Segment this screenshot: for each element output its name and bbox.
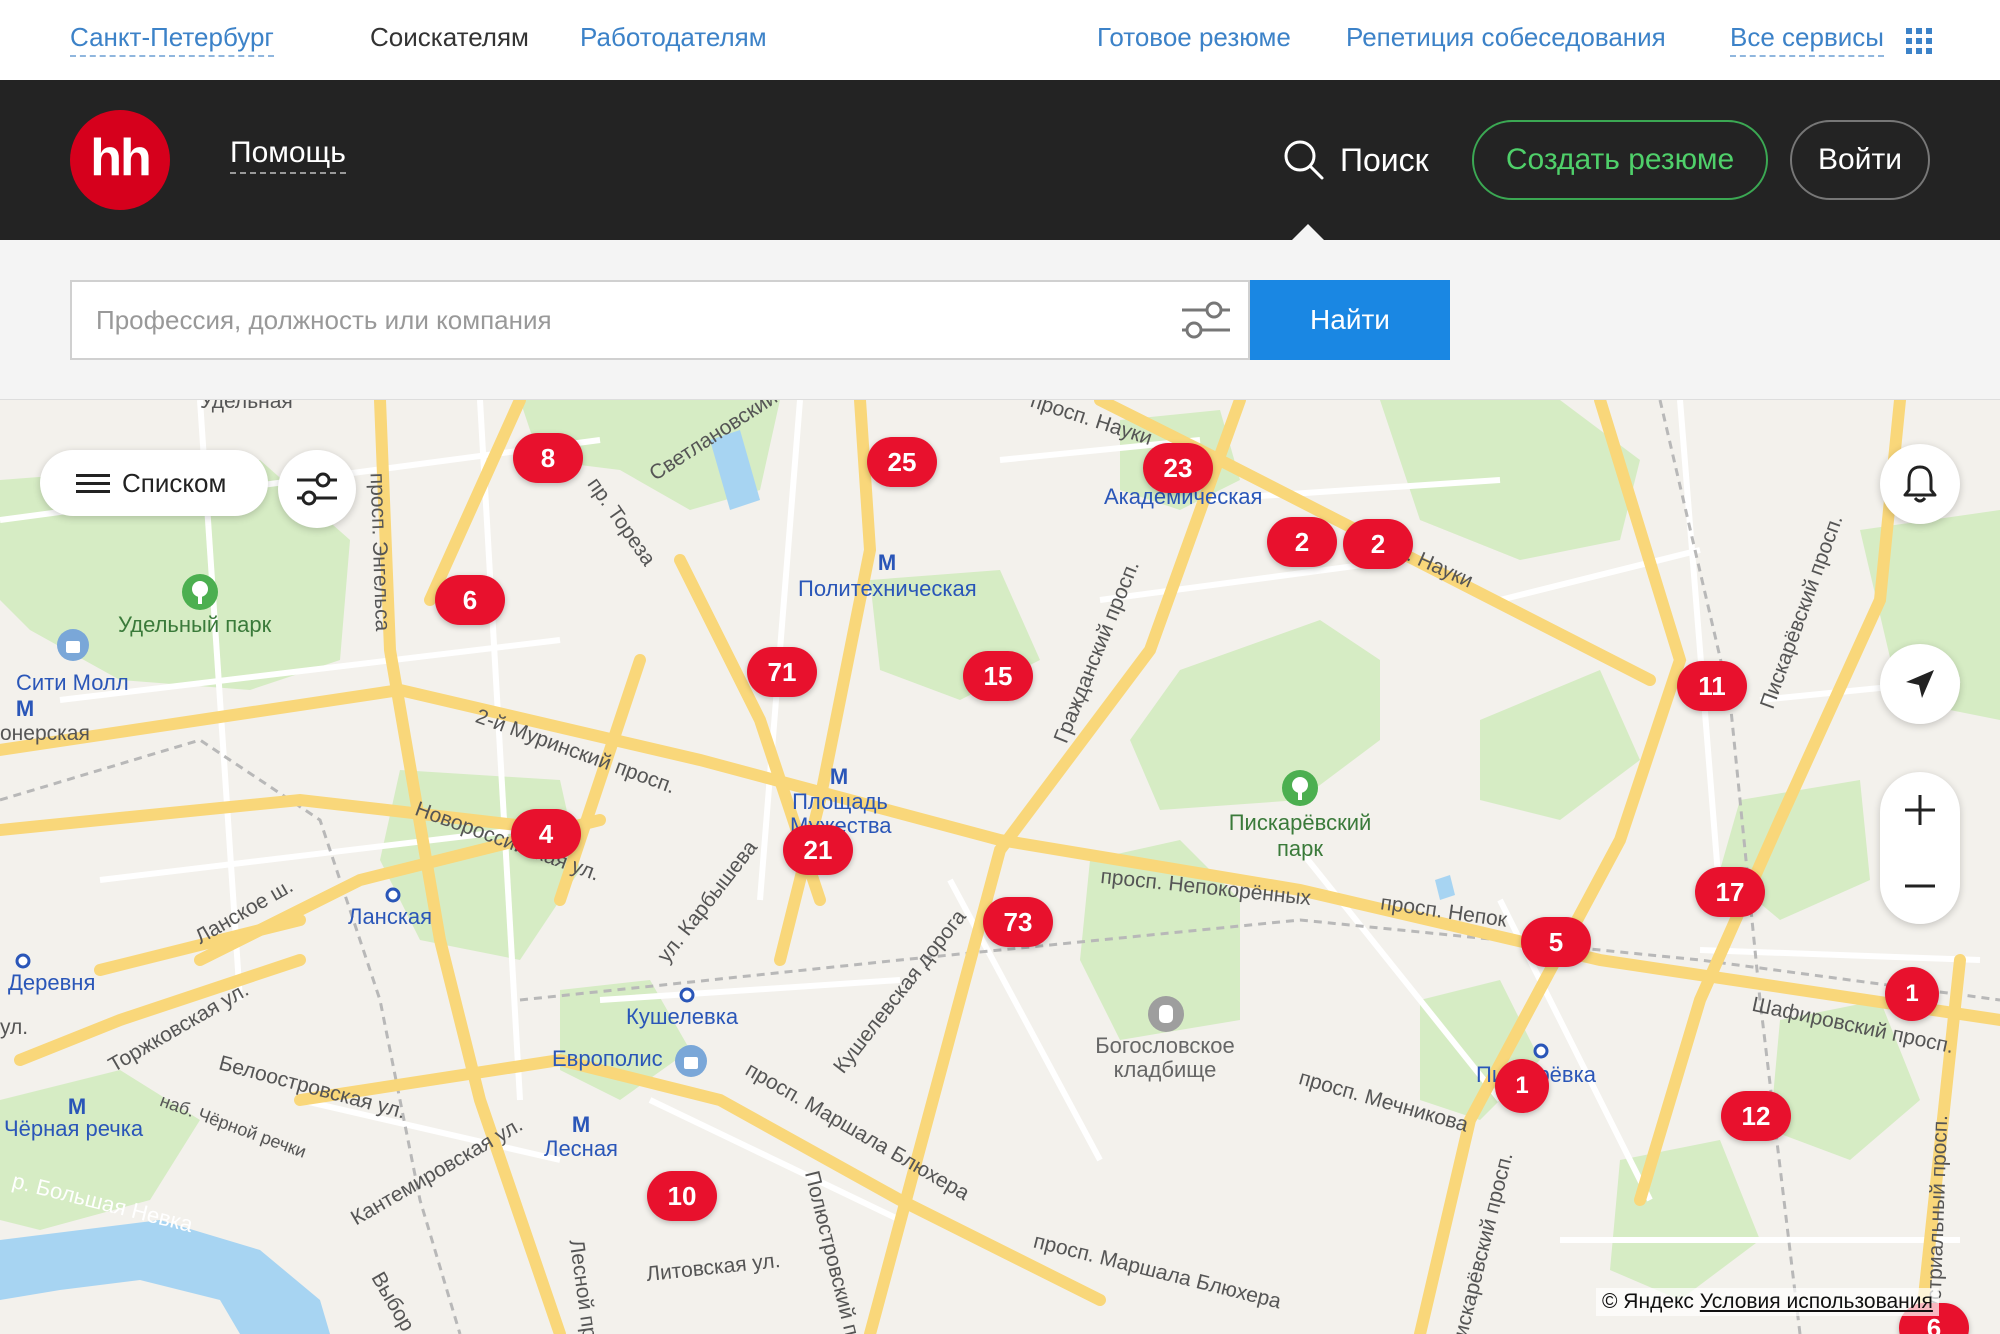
attribution-copyright: © Яндекс bbox=[1602, 1290, 1694, 1313]
grid-icon[interactable] bbox=[1906, 28, 1932, 54]
map-base bbox=[0, 400, 2000, 1334]
vacancy-cluster[interactable]: 5 bbox=[1521, 917, 1591, 967]
list-view-label: Списком bbox=[122, 467, 227, 498]
zoom-control bbox=[1880, 772, 1960, 924]
filter-icon[interactable] bbox=[1180, 298, 1232, 342]
vacancy-cluster[interactable]: 15 bbox=[963, 651, 1033, 701]
minus-icon bbox=[1905, 884, 1935, 888]
label-piskarevsky-park: Пискарёвский парк bbox=[1228, 810, 1372, 861]
label-lesnaya: Лесная bbox=[544, 1136, 618, 1161]
vacancy-cluster[interactable]: 23 bbox=[1143, 443, 1213, 493]
label-evropolis: Европолис bbox=[552, 1046, 663, 1071]
location-arrow-icon bbox=[1906, 670, 1934, 698]
search-panel: Найти bbox=[0, 240, 2000, 400]
nav-employers[interactable]: Работодателям bbox=[580, 22, 767, 53]
vacancy-cluster[interactable]: 4 bbox=[511, 809, 581, 859]
label-lanskaya: Ланская bbox=[348, 904, 433, 929]
svg-text:М: М bbox=[68, 1094, 86, 1119]
plus-icon bbox=[1905, 795, 1935, 825]
vacancy-cluster[interactable]: 8 bbox=[513, 433, 583, 483]
vacancy-cluster[interactable]: 2 bbox=[1267, 517, 1337, 567]
vacancy-cluster[interactable]: 10 bbox=[647, 1171, 717, 1221]
search-toggle[interactable]: Поиск bbox=[1282, 130, 1429, 190]
label-kushelevka: Кушелевка bbox=[626, 1004, 739, 1029]
cemetery-icon bbox=[1148, 996, 1184, 1032]
zoom-in-button[interactable] bbox=[1880, 772, 1960, 848]
svg-text:М: М bbox=[572, 1112, 590, 1137]
metro-icon: М bbox=[16, 696, 34, 721]
station-icon bbox=[385, 887, 401, 903]
geolocation-button[interactable] bbox=[1880, 644, 1960, 724]
park-icon bbox=[1282, 770, 1318, 806]
menu-icon bbox=[76, 469, 110, 498]
park-icon bbox=[182, 574, 218, 610]
main-header: hh Помощь Поиск Создать резюме Войти bbox=[0, 80, 2000, 240]
search-input[interactable] bbox=[70, 280, 1250, 360]
vacancy-map[interactable]: Удельная Удельный парк Сити Молл онерска… bbox=[0, 400, 2000, 1334]
vacancy-cluster[interactable]: 71 bbox=[747, 647, 817, 697]
search-caret bbox=[1292, 224, 1324, 240]
station-icon bbox=[1533, 1043, 1549, 1059]
label-bogoslovskoe: Богословское кладбище bbox=[1095, 1033, 1235, 1082]
vacancy-cluster[interactable]: 25 bbox=[867, 437, 937, 487]
vacancy-cluster[interactable]: 6 bbox=[435, 575, 505, 625]
vacancy-cluster[interactable]: 17 bbox=[1695, 867, 1765, 917]
vacancy-cluster[interactable]: 73 bbox=[983, 897, 1053, 947]
svg-text:М: М bbox=[878, 550, 896, 575]
map-filter-button[interactable] bbox=[278, 450, 356, 528]
create-resume-button[interactable]: Создать резюме bbox=[1472, 120, 1768, 200]
nav-ready-resume[interactable]: Готовое резюме bbox=[1097, 22, 1291, 53]
login-button[interactable]: Войти bbox=[1790, 120, 1930, 200]
station-icon bbox=[15, 953, 31, 969]
label-udelnaya-street: Удельная bbox=[200, 400, 293, 413]
vacancy-pin[interactable]: 1 bbox=[1885, 967, 1939, 1021]
filter-icon bbox=[297, 472, 337, 506]
metro-icon: М bbox=[68, 1094, 86, 1119]
vacancy-cluster[interactable]: 11 bbox=[1677, 661, 1747, 711]
nav-interview-rehearsal[interactable]: Репетиция собеседования bbox=[1346, 22, 1666, 53]
shopping-bag-icon bbox=[57, 629, 89, 661]
zoom-out-button[interactable] bbox=[1880, 848, 1960, 924]
nav-all-services[interactable]: Все сервисы bbox=[1730, 22, 1884, 57]
search-label: Поиск bbox=[1340, 141, 1429, 178]
metro-icon: М bbox=[878, 550, 896, 575]
label-pionerskaya: онерская bbox=[0, 722, 90, 745]
label-city-mall: Сити Молл bbox=[16, 670, 129, 695]
vacancy-pin[interactable]: 1 bbox=[1495, 1059, 1549, 1113]
nav-seekers[interactable]: Соискателям bbox=[370, 22, 529, 53]
vacancy-cluster[interactable]: 2 bbox=[1343, 519, 1413, 569]
map-attribution: © Яндекс Условия использования bbox=[1596, 1288, 1939, 1316]
find-button[interactable]: Найти bbox=[1250, 280, 1450, 360]
label-derevnya: Деревня bbox=[8, 970, 96, 995]
search-icon bbox=[1284, 140, 1324, 180]
label-politekhnicheskaya: Политехническая bbox=[798, 576, 977, 601]
help-link[interactable]: Помощь bbox=[230, 136, 346, 174]
svg-text:М: М bbox=[830, 764, 848, 789]
metro-icon: М bbox=[830, 764, 848, 789]
label-udelny-park: Удельный парк bbox=[118, 612, 272, 637]
metro-icon: М bbox=[572, 1112, 590, 1137]
top-bar: Санкт-Петербург Соискателям Работодателя… bbox=[0, 0, 2000, 80]
svg-text:М: М bbox=[16, 696, 34, 721]
label-ul: ул. bbox=[0, 1016, 29, 1039]
vacancy-cluster[interactable]: 12 bbox=[1721, 1091, 1791, 1141]
terms-of-use-link[interactable]: Условия использования bbox=[1700, 1290, 1933, 1313]
hh-logo[interactable]: hh bbox=[70, 110, 170, 210]
shopping-bag-icon bbox=[675, 1045, 707, 1077]
city-selector[interactable]: Санкт-Петербург bbox=[70, 22, 274, 57]
subscribe-button[interactable] bbox=[1880, 444, 1960, 524]
station-icon bbox=[679, 987, 695, 1003]
vacancy-cluster[interactable]: 21 bbox=[783, 825, 853, 875]
bell-icon bbox=[1903, 465, 1937, 503]
list-view-button[interactable]: Списком bbox=[40, 450, 268, 516]
